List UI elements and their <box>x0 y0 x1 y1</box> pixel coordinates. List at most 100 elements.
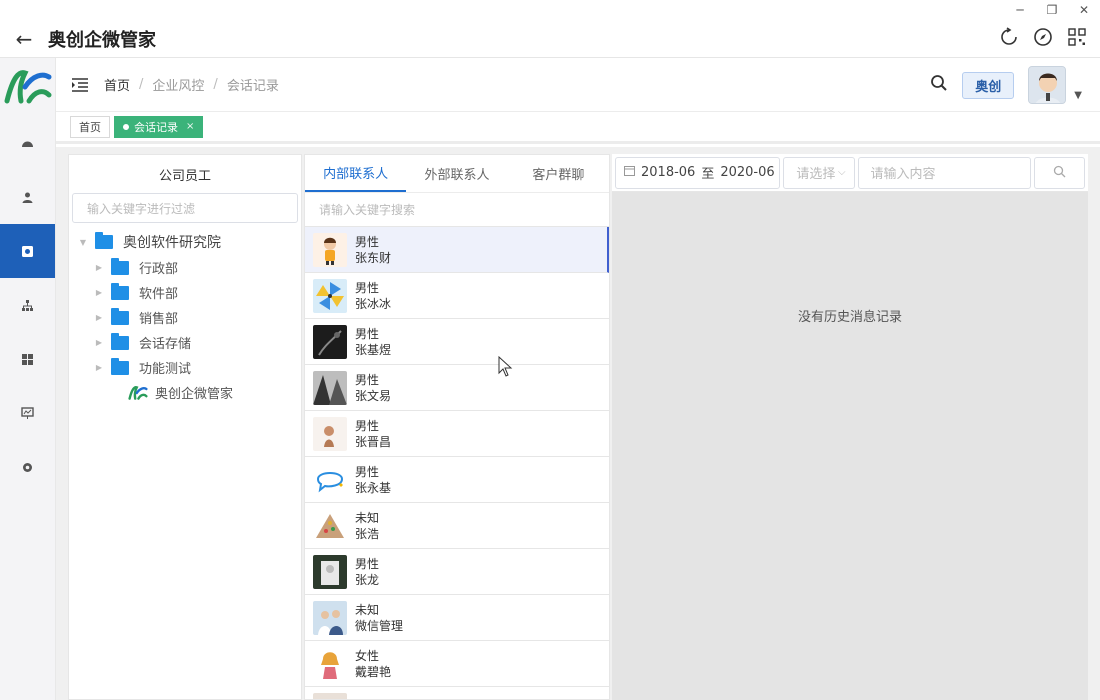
date-start: 2018-06 <box>641 165 696 180</box>
qr-grid-icon[interactable] <box>1066 26 1088 48</box>
contact-row[interactable]: 女性 <box>305 687 609 699</box>
caret-right-icon[interactable]: ▶ <box>93 363 105 372</box>
tree-node-dept[interactable]: ▶ 会话存储 <box>69 330 301 355</box>
contact-name: 张东财 <box>355 250 392 265</box>
contact-avatar <box>313 554 347 589</box>
employee-filter-input[interactable]: 输入关键字进行过滤 <box>72 193 298 223</box>
search-icon[interactable] <box>930 74 948 96</box>
contact-row[interactable]: 未知 微信管理 <box>305 595 609 641</box>
contact-name: 张晋昌 <box>355 434 392 449</box>
contact-name: 张永基 <box>355 480 392 495</box>
date-end: 2020-06 <box>720 165 775 180</box>
org-chart-icon[interactable] <box>0 278 55 332</box>
breadcrumb-home[interactable]: 首页 <box>104 75 130 94</box>
contact-avatar <box>313 508 347 543</box>
contact-name: 张浩 <box>355 526 380 541</box>
tree-node-root[interactable]: ▼ 奥创软件研究院 <box>69 229 301 255</box>
compass-icon[interactable] <box>1032 26 1054 48</box>
contact-row[interactable]: 男性 张永基 <box>305 457 609 503</box>
user-icon[interactable] <box>0 170 55 224</box>
date-separator: 至 <box>701 167 715 182</box>
tag-label: 会话记录 <box>134 120 178 134</box>
tag-home[interactable]: 首页 <box>70 115 110 138</box>
caret-right-icon[interactable]: ▶ <box>93 313 105 322</box>
contact-row[interactable]: 男性 张文易 <box>305 365 609 411</box>
chevron-down-icon: ⌵ <box>837 167 846 178</box>
back-arrow-icon[interactable]: ← <box>0 27 48 51</box>
contact-row[interactable]: 男性 张晋昌 <box>305 411 609 457</box>
monitor-icon[interactable] <box>0 224 55 278</box>
tree-node-employee[interactable]: 奥创企微管家 <box>69 380 301 405</box>
contact-gender: 男性 <box>355 418 380 433</box>
contact-row[interactable]: 男性 张冰冰 <box>305 273 609 319</box>
contact-avatar <box>313 462 347 497</box>
tag-close-icon[interactable]: × <box>186 121 194 132</box>
tag-session-records[interactable]: 会话记录 × <box>114 115 204 138</box>
contact-name: 张龙 <box>355 572 380 587</box>
empty-message: 没有历史消息记录 <box>797 310 902 325</box>
message-filters: 2018-06 至 2020-06 请选择 ⌵ 请输入内容 <box>612 154 1088 192</box>
tag-row: 首页 会话记录 × <box>56 112 1100 144</box>
tree-node-dept[interactable]: ▶ 销售部 <box>69 305 301 330</box>
app-logo <box>0 58 55 116</box>
content-input[interactable]: 请输入内容 <box>857 156 1031 189</box>
breadcrumb: 首页 / 企业风控 / 会话记录 <box>104 75 279 94</box>
breadcrumb-risk[interactable]: 企业风控 <box>152 75 204 94</box>
tree-label: 奥创企微管家 <box>155 387 234 402</box>
tree-label: 软件部 <box>139 287 179 302</box>
tab-groups[interactable]: 客户群聊 <box>508 155 609 192</box>
folder-icon <box>95 232 113 249</box>
type-select[interactable]: 请选择 ⌵ <box>783 156 855 189</box>
contact-avatar <box>313 370 347 405</box>
contact-row[interactable]: 未知 张浩 <box>305 503 609 549</box>
contact-row[interactable]: 男性 张基煜 <box>305 319 609 365</box>
tree-node-dept[interactable]: ▶ 行政部 <box>69 255 301 280</box>
contact-row[interactable]: 男性 张龙 <box>305 549 609 595</box>
caret-right-icon[interactable]: ▶ <box>93 288 105 297</box>
chart-board-icon[interactable] <box>0 386 55 440</box>
contact-avatar <box>313 600 347 635</box>
company-badge[interactable]: 奥创 <box>962 71 1015 99</box>
search-button[interactable] <box>1033 156 1085 189</box>
contact-search-input[interactable]: 请输入关键字搜索 <box>305 193 609 227</box>
user-avatar[interactable] <box>1028 66 1067 104</box>
dashboard-icon[interactable] <box>0 116 55 170</box>
caret-right-icon[interactable]: ▶ <box>93 338 105 347</box>
contact-name: 张基煜 <box>355 342 392 357</box>
caret-down-icon[interactable]: ▼ <box>77 238 89 247</box>
contact-tabs: 内部联系人 外部联系人 客户群聊 <box>305 155 609 193</box>
title-bar: ← 奥创企微管家 <box>0 20 1100 58</box>
employee-panel-title: 公司员工 <box>158 168 211 184</box>
contact-gender: 未知 <box>355 510 380 525</box>
settings-icon[interactable] <box>0 440 55 494</box>
contacts-panel: 内部联系人 外部联系人 客户群聊 请输入关键字搜索 男性 张东财 男性 张冰冰 男性… <box>304 154 610 700</box>
menu-collapse-icon[interactable] <box>56 77 104 93</box>
date-range-picker[interactable]: 2018-06 至 2020-06 <box>615 156 781 189</box>
window-controls: ─ ❐ ✕ <box>1004 0 1100 20</box>
tree-node-dept[interactable]: ▶ 功能测试 <box>69 355 301 380</box>
minimize-icon[interactable]: ─ <box>1004 0 1036 20</box>
contact-avatar <box>313 278 347 313</box>
tab-external[interactable]: 外部联系人 <box>406 155 507 192</box>
caret-right-icon[interactable]: ▶ <box>93 263 105 272</box>
contact-gender: 男性 <box>355 464 380 479</box>
tree-node-dept[interactable]: ▶ 软件部 <box>69 280 301 305</box>
tree-label: 销售部 <box>139 312 179 327</box>
contact-row[interactable]: 男性 张东财 <box>305 227 609 273</box>
tab-internal[interactable]: 内部联系人 <box>305 155 407 192</box>
tree-label: 功能测试 <box>139 362 192 377</box>
refresh-icon[interactable] <box>998 26 1020 48</box>
chevron-down-icon[interactable]: ▼ <box>1074 90 1082 101</box>
close-icon[interactable]: ✕ <box>1068 0 1100 20</box>
select-placeholder: 请选择 <box>796 167 836 182</box>
grid-icon[interactable] <box>0 332 55 386</box>
restore-icon[interactable]: ❐ <box>1036 0 1068 20</box>
folder-icon <box>111 357 129 375</box>
contact-row[interactable]: 女性 戴碧艳 <box>305 641 609 687</box>
contact-name: 微信管理 <box>355 618 404 633</box>
contact-avatar <box>313 232 347 267</box>
contact-gender: 男性 <box>355 372 380 387</box>
tree-label: 会话存储 <box>139 337 192 352</box>
folder-icon <box>111 282 129 300</box>
header-bar: 首页 / 企业风控 / 会话记录 奥创 ▼ <box>56 58 1100 112</box>
